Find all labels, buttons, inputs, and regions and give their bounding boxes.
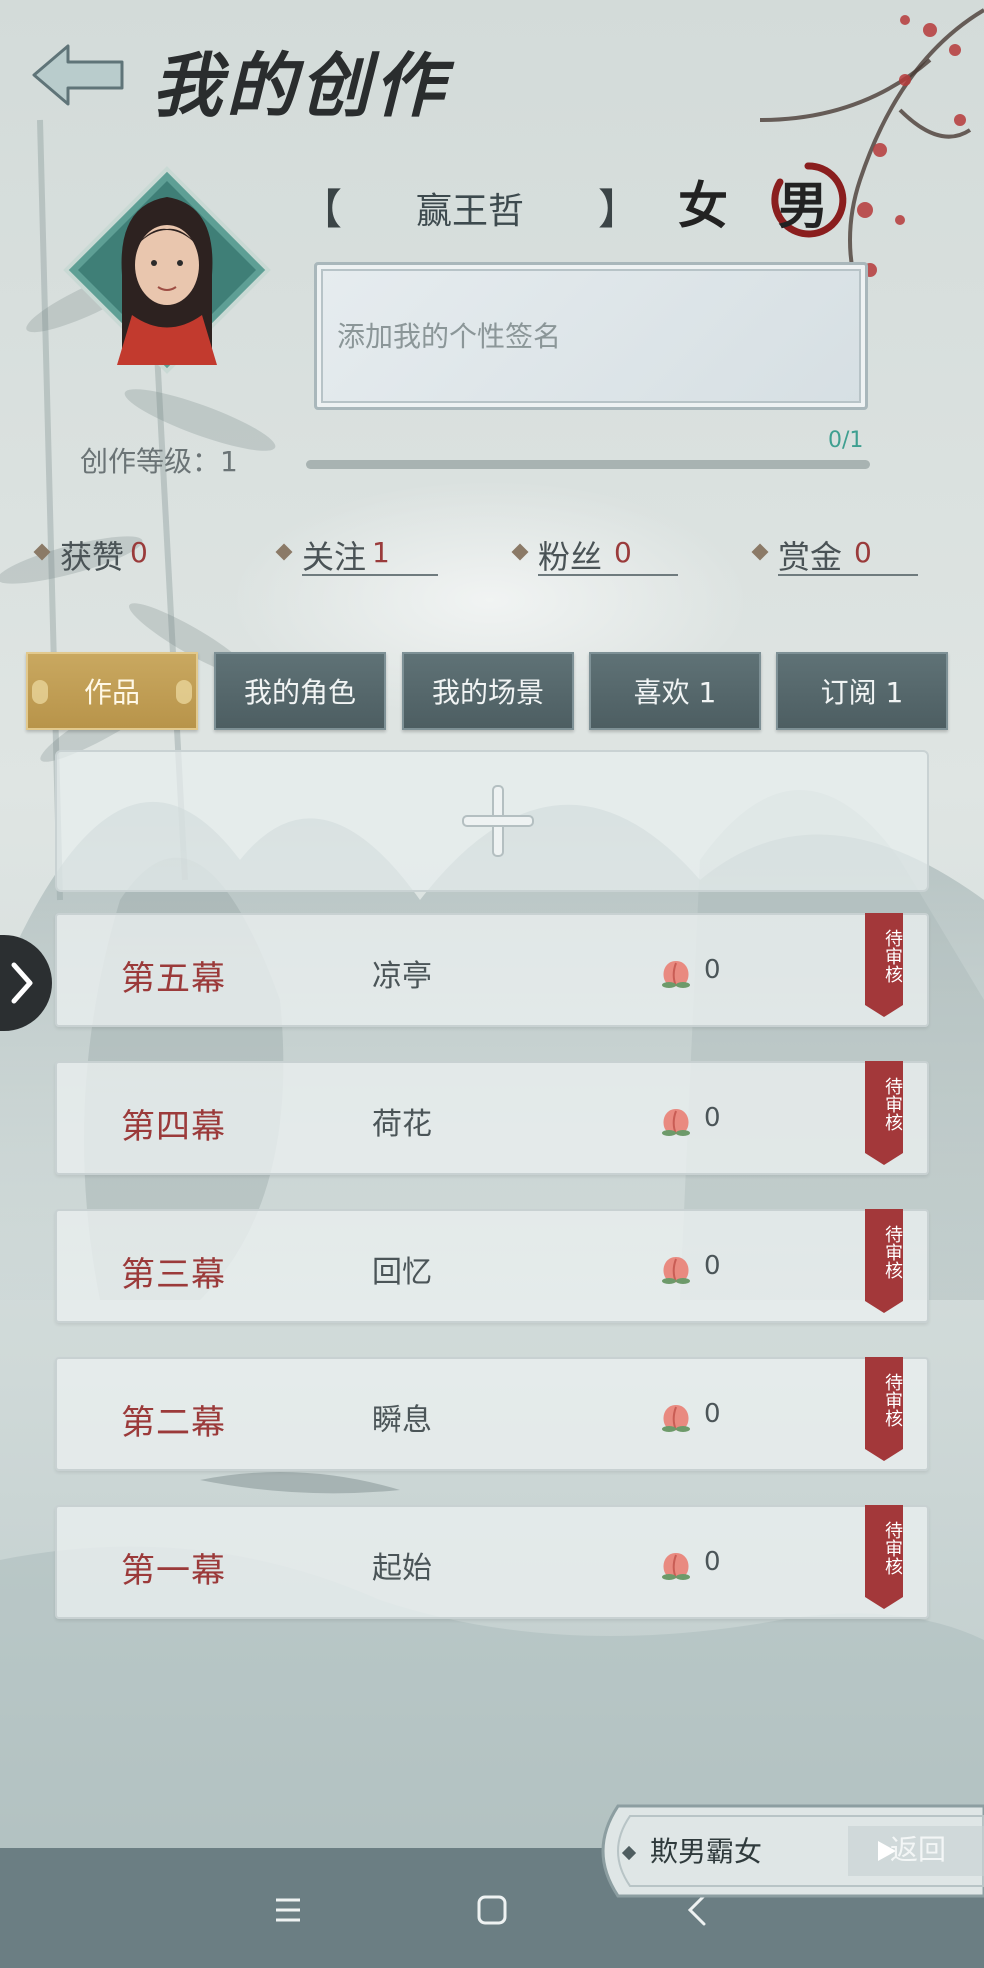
scene-name: 瞬息 <box>372 1403 432 1438</box>
review-status: 待审核 <box>882 1373 903 1427</box>
like-count: 0 <box>704 955 721 985</box>
right-bracket: 】 <box>597 185 640 234</box>
back-button[interactable] <box>30 40 126 110</box>
scene-row[interactable]: 第二幕 瞬息 0 待审核 <box>55 1357 929 1471</box>
tab-label: 喜欢 1 <box>633 676 717 709</box>
scene-row[interactable]: 第三幕 回忆 0 待审核 <box>55 1209 929 1323</box>
peach-icon <box>662 1257 690 1284</box>
diamond-icon <box>511 543 529 561</box>
peach-icon <box>662 961 690 988</box>
like-count: 0 <box>704 1547 721 1577</box>
scene-act: 第三幕 <box>121 1255 226 1295</box>
peach-icon <box>662 1109 690 1136</box>
creation-level-label: 创作等级：1 <box>80 445 238 478</box>
add-work-button[interactable] <box>55 750 929 892</box>
tab-my-scenes[interactable]: 我的场景 <box>402 652 574 730</box>
tab-works[interactable]: 作品 <box>26 652 198 730</box>
like-count: 0 <box>704 1103 721 1133</box>
stat-label: 赏金 <box>778 538 843 576</box>
scene-row[interactable]: 第五幕 凉亭 0 待审核 <box>55 913 929 1027</box>
scene-row[interactable]: 第四幕 荷花 0 待审核 <box>55 1061 929 1175</box>
tab-label: 我的场景 <box>431 676 544 709</box>
scene-name: 回忆 <box>372 1255 432 1290</box>
like-count: 0 <box>704 1251 721 1281</box>
tab-label: 作品 <box>83 676 140 709</box>
side-expand-button[interactable] <box>0 935 52 1031</box>
underline <box>538 574 678 576</box>
name-row[interactable]: 【 赢王哲 】 <box>300 170 640 240</box>
scene-name: 凉亭 <box>372 959 432 994</box>
tab-label: 订阅 1 <box>820 676 904 709</box>
scene-name: 起始 <box>372 1551 432 1586</box>
stat-value: 0 <box>130 536 148 569</box>
stat-label: 粉丝 <box>538 538 603 576</box>
stat-label: 关注 <box>302 538 367 576</box>
tab-my-characters[interactable]: 我的角色 <box>214 652 386 730</box>
tab-label: 我的角色 <box>243 676 356 709</box>
gender-female-option[interactable]: 女 <box>678 166 728 238</box>
underline <box>778 574 918 576</box>
chevron-right-icon <box>11 962 33 1004</box>
peach-icon <box>662 1405 690 1432</box>
scene-row[interactable]: 第一幕 起始 0 待审核 <box>55 1505 929 1619</box>
review-status: 待审核 <box>882 1521 903 1575</box>
gender-male-option[interactable]: 男 <box>768 160 848 240</box>
stat-value: 0 <box>854 536 872 569</box>
page-title: 我的创作 <box>152 44 448 127</box>
stat-value: 0 <box>614 536 632 569</box>
stat-following[interactable]: 关注 1 <box>275 530 440 578</box>
home-icon[interactable] <box>462 1880 522 1940</box>
stat-bounty[interactable]: 赏金 0 <box>751 530 920 578</box>
exp-progress-bar <box>306 460 870 469</box>
stat-label: 获赞 <box>60 538 125 576</box>
stat-fans[interactable]: 粉丝 0 <box>511 530 680 578</box>
menu-icon[interactable] <box>258 1880 318 1940</box>
return-button[interactable]: 返回 <box>890 1828 946 1868</box>
exp-count: 0/1 <box>828 428 864 453</box>
ornament-icon <box>32 680 48 704</box>
tab-subscriptions[interactable]: 订阅 1 <box>776 652 948 730</box>
nickname-label: 欺男霸女 <box>650 1835 763 1868</box>
user-name: 赢王哲 <box>415 191 524 232</box>
gender-male-label: 男 <box>778 176 828 235</box>
like-count: 0 <box>704 1399 721 1429</box>
stat-value: 1 <box>372 536 390 569</box>
stat-likes: 获赞 0 <box>33 530 166 578</box>
plus-icon <box>462 785 534 857</box>
review-status: 待审核 <box>882 1077 903 1131</box>
scene-name: 荷花 <box>372 1107 432 1142</box>
scene-act: 第五幕 <box>121 959 226 999</box>
tab-favorites[interactable]: 喜欢 1 <box>589 652 761 730</box>
review-status: 待审核 <box>882 1225 903 1279</box>
diamond-icon <box>751 543 769 561</box>
review-status: 待审核 <box>882 929 903 983</box>
peach-icon <box>662 1553 690 1580</box>
scene-act: 第一幕 <box>121 1551 226 1591</box>
signature-input[interactable] <box>337 311 837 361</box>
scene-act: 第二幕 <box>121 1403 226 1443</box>
diamond-icon <box>275 543 293 561</box>
avatar[interactable] <box>62 165 272 375</box>
underline <box>302 574 438 576</box>
signature-box[interactable] <box>314 262 868 410</box>
diamond-icon <box>33 543 51 561</box>
back-arrow-icon <box>32 44 124 106</box>
ornament-icon <box>176 680 192 704</box>
scene-act: 第四幕 <box>121 1107 226 1147</box>
